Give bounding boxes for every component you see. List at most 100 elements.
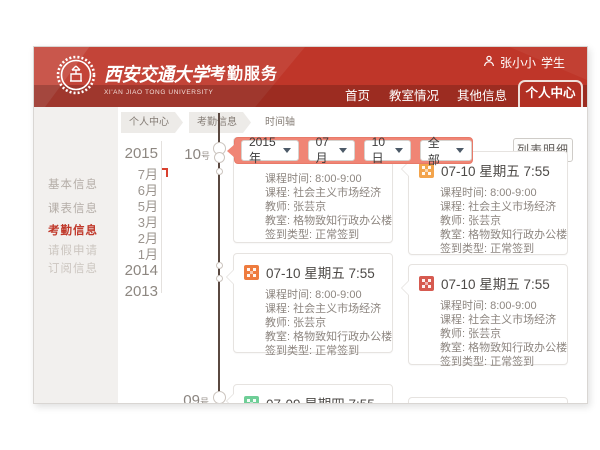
app-header: 西安交通大学 XI'AN JIAO TONG UNIVERSITY 考勤服务 张… xyxy=(34,47,587,107)
type-select-value: 全部 xyxy=(428,134,450,168)
breadcrumb-item[interactable]: 时间轴 xyxy=(257,112,309,133)
sidebar-item-leave-request[interactable]: 请假申请 xyxy=(48,242,110,258)
card-header: 07-09 星期四 7:55 xyxy=(244,393,382,404)
card-header: 07-10 星期五 7:55 xyxy=(419,273,557,293)
card-detail-row: 教师: 张芸京 xyxy=(440,327,557,341)
timeline-nav-item[interactable]: 1月 xyxy=(122,244,158,260)
card-detail-row: 教室: 格物致知行政办公楼 xyxy=(440,341,557,355)
card-detail-row: 课程时间: 8:00-9:00 xyxy=(440,186,557,200)
type-select[interactable]: 全部 xyxy=(420,140,472,161)
day-marker-10: 10号 xyxy=(170,146,210,164)
card-detail-row: 教师: 张芸京 xyxy=(265,200,382,214)
year-select-value: 2015年 xyxy=(249,135,277,166)
timeline-node xyxy=(216,168,223,175)
chevron-down-icon xyxy=(395,148,403,153)
sidebar-item-attendance[interactable]: 考勤信息 xyxy=(48,222,110,238)
breadcrumb: 个人中心 考勤信息 时间轴 xyxy=(121,112,309,133)
card-detail-row: 教室: 格物致知行政办公楼 xyxy=(440,228,557,242)
timeline-node xyxy=(216,275,223,282)
nav-item-home[interactable]: 首页 xyxy=(345,85,370,107)
day-marker-09: 09号 xyxy=(169,392,209,404)
card-pointer xyxy=(227,394,234,404)
status-stamp-icon xyxy=(244,265,259,280)
user-name: 张小小 xyxy=(500,54,536,71)
day-number: 10 xyxy=(184,146,201,163)
card-detail-row: 课程: 社会主义市场经济 xyxy=(440,200,557,214)
nav-item-classrooms[interactable]: 教室情况 xyxy=(389,85,439,107)
card-details: 课程时间: 8:00-9:00课程: 社会主义市场经济教师: 张芸京教室: 格物… xyxy=(265,288,382,358)
card-title: 07-10 星期五 7:55 xyxy=(266,262,375,282)
sidebar-item-subscription[interactable]: 订阅信息 xyxy=(48,260,110,276)
timeline-nav-item[interactable]: 3月 xyxy=(122,212,158,228)
card-detail-row: 签到类型: 正常签到 xyxy=(440,355,557,369)
card-detail-row: 课程时间: 8:00-9:00 xyxy=(265,288,382,302)
page: 西安交通大学 XI'AN JIAO TONG UNIVERSITY 考勤服务 张… xyxy=(0,0,600,450)
chevron-down-icon xyxy=(283,148,291,153)
card-pointer xyxy=(402,281,409,295)
card-detail-row: 签到类型: 正常签到 xyxy=(440,242,557,256)
user-icon xyxy=(483,55,495,70)
timeline-year-nav: 2015 7月 6月 5月 3月 2月 1月 2014 2013 xyxy=(122,143,158,302)
timeline-divider xyxy=(161,141,162,293)
attendance-card-partial[interactable] xyxy=(408,397,568,404)
date-filter-bar: 2015年 07月 10日 全部 xyxy=(234,137,473,164)
timeline-nav-item[interactable]: 6月 xyxy=(122,180,158,196)
card-detail-row: 课程时间: 8:00-9:00 xyxy=(440,299,557,313)
main-nav: 首页 教室情况 其他信息 xyxy=(34,85,587,107)
nav-tab-personal-center[interactable]: 个人中心 xyxy=(518,80,583,107)
nav-item-other-info[interactable]: 其他信息 xyxy=(457,85,507,107)
card-title: 07-10 星期五 7:55 xyxy=(441,273,550,293)
timeline-nav-item[interactable]: 5月 xyxy=(122,196,158,212)
status-stamp-icon xyxy=(419,276,434,291)
card-detail-row: 教师: 张芸京 xyxy=(265,316,382,330)
card-detail-row: 教室: 格物致知行政办公楼 xyxy=(265,214,382,228)
breadcrumb-item[interactable]: 个人中心 xyxy=(121,112,183,133)
timeline-nav-item[interactable]: 2013 xyxy=(122,281,158,302)
day-number: 09 xyxy=(183,392,200,404)
card-pointer xyxy=(227,270,234,284)
sidebar-item-timetable[interactable]: 课表信息 xyxy=(48,200,110,216)
timeline-nav-item[interactable]: 2014 xyxy=(122,260,158,281)
user-info[interactable]: 张小小 学生 xyxy=(483,54,565,71)
card-details: 课程时间: 8:00-9:00课程: 社会主义市场经济教师: 张芸京教室: 格物… xyxy=(440,186,557,256)
card-details: 课程时间: 8:00-9:00课程: 社会主义市场经济教师: 张芸京教室: 格物… xyxy=(440,299,557,369)
month-select-value: 07月 xyxy=(316,135,333,166)
timeline-node xyxy=(213,391,226,404)
timeline-node xyxy=(216,262,223,269)
day-suffix: 号 xyxy=(201,151,210,161)
card-details: 课程时间: 8:00-9:00课程: 社会主义市场经济教师: 张芸京教室: 格物… xyxy=(265,172,382,242)
attendance-card[interactable]: 07-10 星期五 7:55 课程时间: 8:00-9:00课程: 社会主义市场… xyxy=(408,264,568,365)
card-detail-row: 课程: 社会主义市场经济 xyxy=(265,186,382,200)
breadcrumb-item[interactable]: 考勤信息 xyxy=(189,112,251,133)
card-detail-row: 签到类型: 正常签到 xyxy=(265,344,382,358)
timeline-nav-item[interactable]: 2月 xyxy=(122,228,158,244)
timeline-nav-item[interactable]: 7月 xyxy=(122,164,158,180)
attendance-card[interactable]: 07-09 星期四 7:55 xyxy=(233,384,393,404)
sidebar: 基本信息 课表信息 考勤信息 请假申请 订阅信息 xyxy=(34,107,118,403)
chevron-down-icon xyxy=(339,148,347,153)
card-detail-row: 课程: 社会主义市场经济 xyxy=(440,313,557,327)
status-stamp-icon xyxy=(244,396,259,405)
sidebar-item-basic-info[interactable]: 基本信息 xyxy=(48,176,110,192)
timeline-nav-item[interactable]: 2015 xyxy=(122,143,158,164)
card-detail-row: 教室: 格物致知行政办公楼 xyxy=(265,330,382,344)
card-pointer xyxy=(402,162,409,176)
card-header: 07-10 星期五 7:55 xyxy=(244,262,382,282)
timeline-node xyxy=(214,152,225,163)
day-select-value: 10日 xyxy=(372,135,389,166)
card-detail-row: 课程时间: 8:00-9:00 xyxy=(265,172,382,186)
card-detail-row: 课程: 社会主义市场经济 xyxy=(265,302,382,316)
card-detail-row: 签到类型: 正常签到 xyxy=(265,228,382,242)
app-window: 西安交通大学 XI'AN JIAO TONG UNIVERSITY 考勤服务 张… xyxy=(33,46,588,404)
attendance-card[interactable]: 07-10 星期五 7:55 课程时间: 8:00-9:00课程: 社会主义市场… xyxy=(233,253,393,353)
university-name-cn: 西安交通大学 xyxy=(104,60,209,87)
day-suffix: 号 xyxy=(200,397,209,404)
month-select[interactable]: 07月 xyxy=(308,140,355,161)
day-select[interactable]: 10日 xyxy=(364,140,411,161)
year-select[interactable]: 2015年 xyxy=(241,140,299,161)
app-title: 考勤服务 xyxy=(210,60,278,84)
chevron-down-icon xyxy=(456,148,464,153)
card-detail-row: 教师: 张芸京 xyxy=(440,214,557,228)
card-title: 07-09 星期四 7:55 xyxy=(266,393,375,404)
user-role: 学生 xyxy=(541,54,565,71)
